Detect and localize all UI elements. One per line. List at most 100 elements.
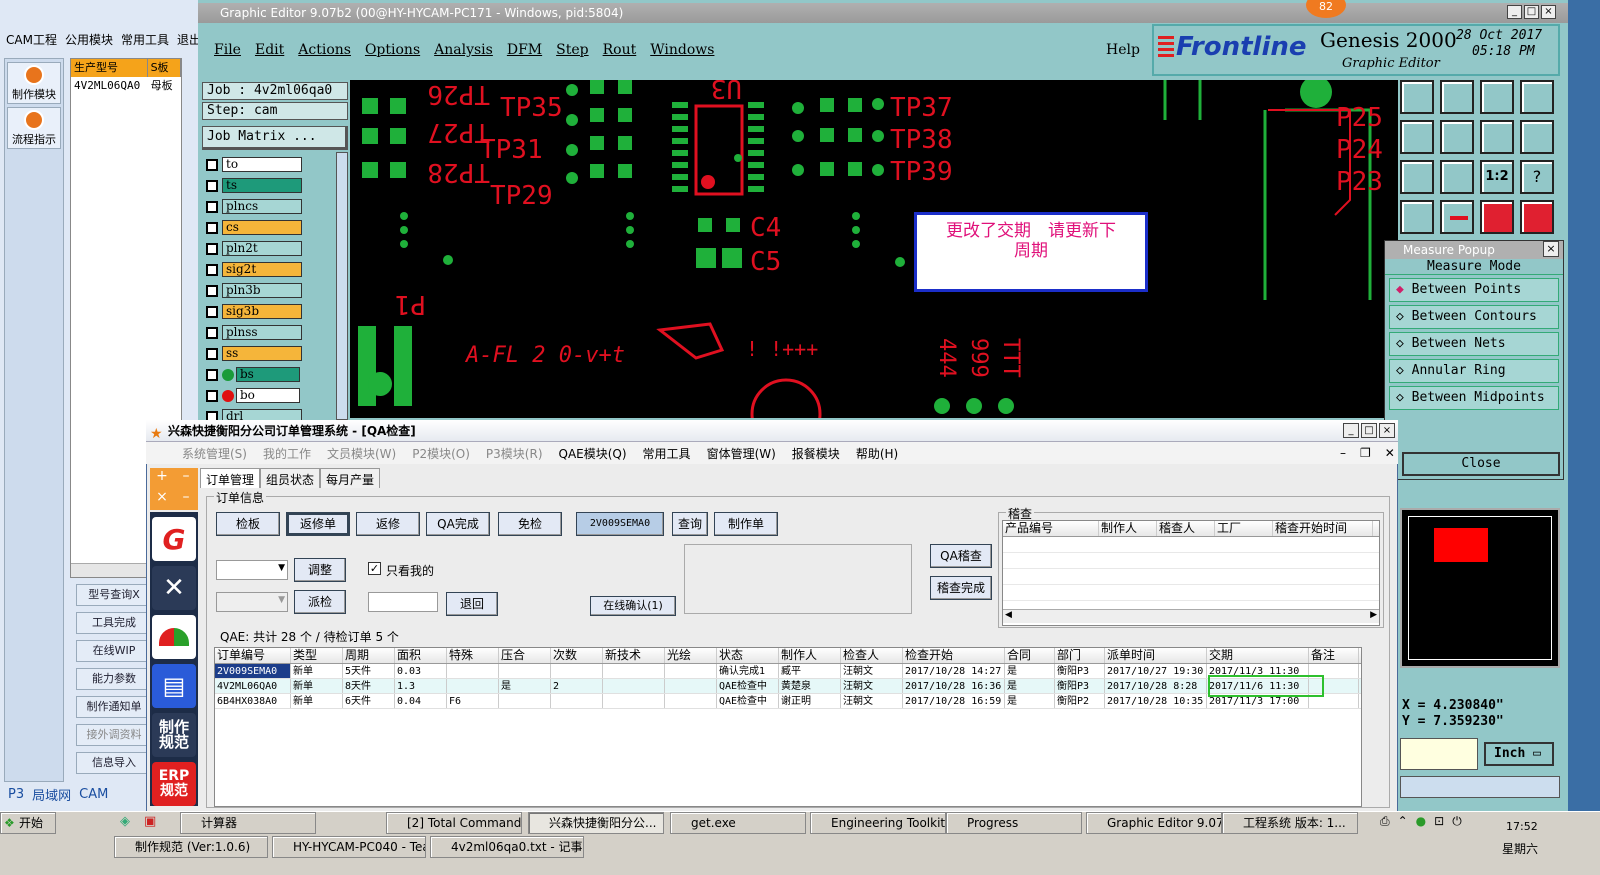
- table-row[interactable]: 2V009SEMA0 新单 5天件 0.03 确认完成1 臧平 汪朝文 2017/10/28 …: [215, 664, 1361, 679]
- menu-rout[interactable]: Rout: [603, 42, 637, 58]
- layer-checkbox[interactable]: [206, 221, 218, 234]
- order-menu-item[interactable]: QAE模块(Q): [559, 445, 627, 462]
- make-order-button[interactable]: 制作单: [714, 512, 778, 536]
- online-confirm-button[interactable]: 在线确认(1): [590, 596, 676, 616]
- layer-row[interactable]: bs: [206, 366, 350, 383]
- capability-button[interactable]: 能力参数: [76, 668, 152, 690]
- return-reason-input[interactable]: [368, 592, 438, 612]
- pdf-icon[interactable]: ▣: [144, 814, 156, 829]
- umbrella-icon[interactable]: [152, 615, 196, 659]
- between-points-option[interactable]: ◆ Between Points: [1389, 278, 1559, 302]
- clock-time[interactable]: 17:52: [1506, 820, 1538, 833]
- exempt-button[interactable]: 免检: [498, 512, 562, 536]
- order-menu-item[interactable]: P2模块(O): [412, 445, 470, 462]
- order-menu-item[interactable]: 系统管理(S): [182, 445, 247, 462]
- net-compare-icon[interactable]: [1520, 200, 1554, 234]
- adjust-button[interactable]: 调整: [294, 558, 346, 582]
- chevron-left-icon[interactable]: ◀: [1005, 610, 1012, 623]
- taskbar-item[interactable]: 兴森快捷衡阳分公...: [528, 812, 664, 834]
- minimize-icon[interactable]: –: [1340, 446, 1346, 460]
- grid-column-header[interactable]: 派单时间: [1105, 648, 1207, 663]
- layer-row[interactable]: cs: [206, 219, 350, 236]
- tab-order-management[interactable]: 订单管理: [200, 468, 261, 488]
- pcb-canvas[interactable]: TP26 TP35 TP27 TP31 TP28 TP29 U3 TP37 TP…: [350, 80, 1398, 418]
- menu-options[interactable]: Options: [365, 42, 420, 58]
- audit-column-header[interactable]: 稽查人: [1157, 521, 1215, 536]
- status-p3[interactable]: P3: [8, 787, 24, 802]
- model-query-button[interactable]: 型号查询X: [76, 584, 152, 606]
- audit-done-button[interactable]: 稽查完成: [930, 576, 992, 600]
- grid-column-header[interactable]: 新技术: [603, 648, 665, 663]
- layer-checkbox[interactable]: [206, 326, 218, 339]
- between-contours-option[interactable]: ◇ Between Contours: [1389, 305, 1559, 329]
- taskbar-item[interactable]: HY-HYCAM-PC040 - Tea...: [272, 836, 426, 858]
- order-menu-item[interactable]: 帮助(H): [856, 445, 898, 462]
- plus-icon[interactable]: +: [150, 468, 174, 489]
- taskbar-item[interactable]: Progress: [946, 812, 1082, 834]
- help-icon[interactable]: ?: [1520, 160, 1554, 194]
- close-icon[interactable]: ×: [1379, 423, 1395, 438]
- between-midpoints-option[interactable]: ◇ Between Midpoints: [1389, 386, 1559, 410]
- refix-button[interactable]: 返修: [356, 512, 420, 536]
- grid-column-header[interactable]: 合同: [1005, 648, 1055, 663]
- tools-icon[interactable]: ✕: [152, 566, 196, 610]
- layer-checkbox[interactable]: [206, 179, 218, 192]
- layer-checkbox[interactable]: [206, 200, 218, 213]
- taskbar-item[interactable]: get.exe: [670, 812, 806, 834]
- net-icon[interactable]: [1480, 200, 1514, 234]
- close-icon[interactable]: ×: [1543, 241, 1559, 257]
- network-icon[interactable]: ●: [1416, 814, 1426, 829]
- annular-ring-option[interactable]: ◇ Annular Ring: [1389, 359, 1559, 383]
- query-button[interactable]: 查询: [672, 512, 708, 536]
- disabled-dropdown[interactable]: ▼: [216, 592, 288, 612]
- chevron-up-icon[interactable]: ⌃: [1398, 814, 1408, 829]
- grid-column-header[interactable]: 周期: [343, 648, 395, 663]
- layer-scrollbar[interactable]: [336, 152, 348, 420]
- pan-right-icon[interactable]: [1440, 120, 1474, 154]
- minimize-icon[interactable]: _: [1343, 423, 1359, 438]
- layer-checkbox[interactable]: [206, 347, 218, 360]
- check-board-button[interactable]: 检板: [216, 512, 280, 536]
- cam-menu-item[interactable]: 常用工具: [121, 31, 169, 48]
- menu-windows[interactable]: Windows: [650, 42, 714, 58]
- save-icon[interactable]: ▤: [152, 664, 196, 708]
- app-icon[interactable]: ◈: [120, 814, 130, 829]
- minus-icon[interactable]: –: [174, 468, 198, 489]
- grid-column-header[interactable]: 压合: [499, 648, 551, 663]
- redraw-icon[interactable]: [1480, 120, 1514, 154]
- scroll-icon[interactable]: [1520, 120, 1554, 154]
- minimize-icon[interactable]: _: [1507, 5, 1522, 19]
- dispatch-button[interactable]: 派检: [294, 590, 346, 614]
- between-nets-option[interactable]: ◇ Between Nets: [1389, 332, 1559, 356]
- menu-dfm[interactable]: DFM: [507, 42, 542, 58]
- taskbar-item[interactable]: 制作规范 (Ver:1.0.6): [114, 836, 268, 858]
- layer-checkbox[interactable]: [206, 263, 218, 276]
- menu-file[interactable]: File: [214, 42, 241, 58]
- zoom-home-icon[interactable]: [1400, 80, 1434, 114]
- grid-column-header[interactable]: 部门: [1055, 648, 1105, 663]
- menu-analysis[interactable]: Analysis: [434, 42, 493, 58]
- layer-row[interactable]: pln3b: [206, 282, 350, 299]
- layer-checkbox[interactable]: [206, 368, 218, 381]
- audit-column-header[interactable]: 制作人: [1099, 521, 1157, 536]
- return-fix-order-button[interactable]: 返修单: [286, 512, 350, 536]
- order-menu-item[interactable]: 文员模块(W): [327, 445, 396, 462]
- command-line[interactable]: [1400, 776, 1560, 798]
- grid-column-header[interactable]: 制作人: [779, 648, 841, 663]
- layer-row[interactable]: ss: [206, 345, 350, 362]
- layer-row[interactable]: bo: [206, 387, 350, 404]
- pan-left-icon[interactable]: [1400, 120, 1434, 154]
- scale-icon[interactable]: 1:2: [1480, 160, 1514, 194]
- info-import-button[interactable]: 信息导入: [76, 752, 152, 774]
- online-wip-button[interactable]: 在线WIP: [76, 640, 152, 662]
- grid-column-header[interactable]: 检查人: [841, 648, 903, 663]
- audit-column-header[interactable]: 产品编号: [1003, 521, 1099, 536]
- job-matrix-button[interactable]: Job Matrix ...: [202, 126, 348, 150]
- taskbar-item[interactable]: Graphic Editor 9.07b...: [1086, 812, 1222, 834]
- layer-row[interactable]: ts: [206, 177, 350, 194]
- order-menu-item[interactable]: 报餐模块: [792, 445, 840, 462]
- start-button[interactable]: ❖ 开始: [0, 812, 56, 834]
- qa-done-button[interactable]: QA完成: [426, 512, 490, 536]
- order-menu-item[interactable]: 窗体管理(W): [707, 445, 776, 462]
- make-module-button[interactable]: 制作模块: [7, 62, 61, 104]
